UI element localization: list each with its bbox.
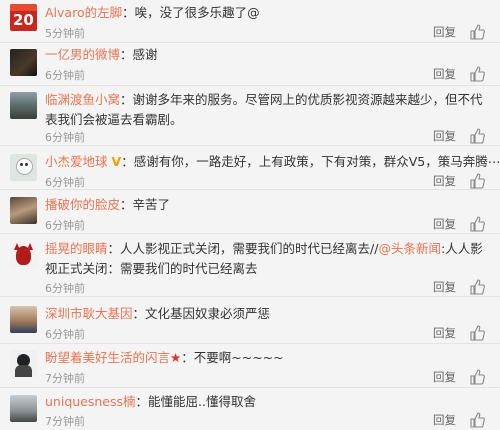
comment-item: 一亿男的微博：感谢 6分钟前 回复 <box>0 43 500 86</box>
avatar[interactable] <box>10 242 37 269</box>
avatar[interactable] <box>10 197 37 224</box>
avatar[interactable] <box>10 92 37 119</box>
comment-item: 盼望着美好生活的闪言★：不要啊~~~~~ 7分钟前 回复 <box>0 344 500 388</box>
avatar-badge-text: 20 <box>13 11 34 29</box>
comment-text: 感谢 <box>132 47 158 62</box>
comment-item: uniquesness楠：能懂能屈..懂得取舍 7分钟前 回复 <box>0 388 500 430</box>
comment-item: 20 Alvaro的左脚：唉，没了很多乐趣了@ 5分钟前 回复 <box>0 0 500 43</box>
like-icon[interactable] <box>469 216 485 232</box>
comment-text: 文化基因奴隶必须严惩 <box>145 306 271 321</box>
verified-icon: V <box>111 154 122 169</box>
star-icon: ★ <box>170 350 182 365</box>
reply-button[interactable]: 回复 <box>433 173 456 189</box>
comment-item: 小杰爱地球 V：感谢有你，一路走好，上有政策，下有对策，群众V5，策马奔腾⋯⋯ … <box>0 146 500 190</box>
comment-username[interactable]: 播破你的脸皮 <box>45 197 120 212</box>
comment-time: 6分钟前 <box>45 131 85 144</box>
like-icon[interactable] <box>469 24 485 40</box>
comment-text: 辛苦了 <box>132 197 171 212</box>
comment-username[interactable]: 摇晃的眼睛 <box>45 241 108 256</box>
avatar[interactable]: 20 <box>10 4 37 31</box>
mention-link[interactable]: @头条新闻 <box>378 241 441 256</box>
comment-list: 20 Alvaro的左脚：唉，没了很多乐趣了@ 5分钟前 回复 一亿男的微博：感… <box>0 0 500 430</box>
comment-time: 6分钟前 <box>45 219 85 232</box>
comment-username[interactable]: 一亿男的微博 <box>45 47 120 62</box>
comment-time: 6分钟前 <box>45 176 85 189</box>
comment-body: uniquesness楠：能懂能屈..懂得取舍 <box>45 394 256 409</box>
reply-button[interactable]: 回复 <box>433 325 456 341</box>
comment-body: 深圳市耿大基因：文化基因奴隶必须严惩 <box>45 306 271 321</box>
comment-username[interactable]: 盼望着美好生活的闪言 <box>45 350 170 365</box>
comment-time: 7分钟前 <box>45 415 85 428</box>
reply-button[interactable]: 回复 <box>433 24 456 40</box>
reply-button[interactable]: 回复 <box>433 128 456 144</box>
avatar[interactable] <box>10 49 37 76</box>
like-icon[interactable] <box>469 173 485 189</box>
comment-username[interactable]: Alvaro的左脚 <box>45 5 122 20</box>
comment-body: 播破你的脸皮：辛苦了 <box>45 197 171 212</box>
comment-body: 小杰爱地球 V：感谢有你，一路走好，上有政策，下有对策，群众V5，策马奔腾⋯⋯ <box>45 152 500 172</box>
comment-body: 盼望着美好生活的闪言★：不要啊~~~~~ <box>45 350 284 365</box>
comment-text: 能懂能屈..懂得取舍 <box>148 394 256 409</box>
comment-username[interactable]: uniquesness楠 <box>45 394 136 409</box>
reply-button[interactable]: 回复 <box>433 66 456 82</box>
comment-item: 深圳市耿大基因：文化基因奴隶必须严惩 6分钟前 回复 <box>0 297 500 344</box>
comment-username[interactable]: 小杰爱地球 <box>45 154 108 169</box>
comment-time: 5分钟前 <box>45 27 85 40</box>
reply-button[interactable]: 回复 <box>433 369 456 385</box>
comment-username[interactable]: 临渊渡鱼小窝 <box>45 92 120 107</box>
reply-button[interactable]: 回复 <box>433 216 456 232</box>
like-icon[interactable] <box>469 412 485 428</box>
like-icon[interactable] <box>469 325 485 341</box>
comment-time: 7分钟前 <box>45 372 85 385</box>
comment-text: 不要啊~~~~~ <box>193 350 284 365</box>
like-icon[interactable] <box>469 128 485 144</box>
comment-body: 摇晃的眼睛：人人影视正式关闭，需要我们的时代已经离去//@头条新闻:人人影视正式… <box>45 241 483 276</box>
comment-time: 6分钟前 <box>45 69 85 82</box>
avatar[interactable] <box>10 350 37 377</box>
avatar[interactable] <box>10 395 37 422</box>
comment-text: 唉，没了很多乐趣了@ <box>134 5 260 20</box>
comment-item: 摇晃的眼睛：人人影视正式关闭，需要我们的时代已经离去//@头条新闻:人人影视正式… <box>0 234 500 297</box>
like-icon[interactable] <box>469 66 485 82</box>
comment-item: 临渊渡鱼小窝：谢谢多年来的服务。尽管网上的优质影视资源越来越少，但不代表我们会被… <box>0 86 500 146</box>
comment-item: 播破你的脸皮：辛苦了 6分钟前 回复 <box>0 190 500 234</box>
comment-username[interactable]: 深圳市耿大基因 <box>45 306 133 321</box>
like-icon[interactable] <box>469 369 485 385</box>
avatar[interactable] <box>10 306 37 333</box>
comment-time: 6分钟前 <box>45 282 85 295</box>
comment-body: Alvaro的左脚：唉，没了很多乐趣了@ <box>45 5 260 20</box>
avatar[interactable] <box>10 154 37 181</box>
comment-text: 人人影视正式关闭，需要我们的时代已经离去// <box>120 241 379 256</box>
comment-text: 感谢有你，一路走好，上有政策，下有对策，群众V5，策马奔腾⋯⋯ <box>133 154 500 169</box>
reply-button[interactable]: 回复 <box>433 279 456 295</box>
reply-button[interactable]: 回复 <box>433 412 456 428</box>
like-icon[interactable] <box>469 279 485 295</box>
comment-body: 临渊渡鱼小窝：谢谢多年来的服务。尽管网上的优质影视资源越来越少，但不代表我们会被… <box>45 92 483 127</box>
comment-body: 一亿男的微博：感谢 <box>45 47 158 62</box>
comment-time: 6分钟前 <box>45 328 85 341</box>
